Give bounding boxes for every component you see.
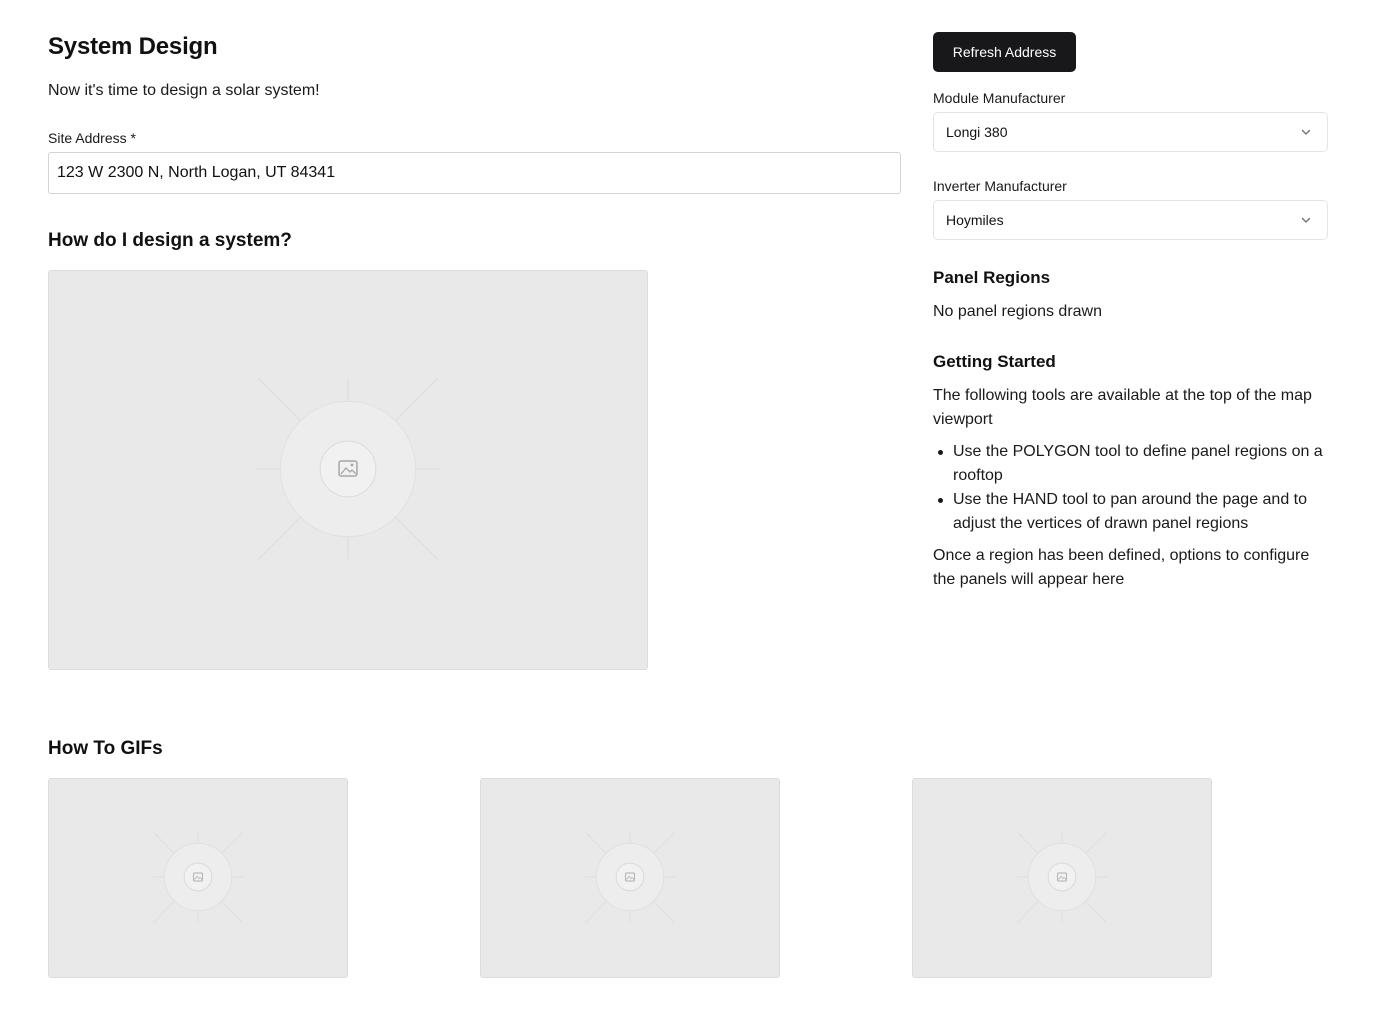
bullet-icon	[938, 498, 943, 503]
chevron-down-icon	[1301, 217, 1311, 223]
panel-regions-heading: Panel Regions	[933, 268, 1051, 287]
list-item: Use the HAND tool to pan around the page…	[933, 488, 1328, 536]
getting-started-heading: Getting Started	[933, 352, 1056, 371]
getting-started-outro: Once a region has been defined, options …	[933, 547, 1310, 588]
how-to-design-image	[48, 270, 648, 670]
site-address-label: Site Address *	[48, 130, 136, 146]
page-title: System Design	[48, 33, 218, 60]
site-address-input[interactable]	[48, 152, 901, 194]
list-item: Use the POLYGON tool to define panel reg…	[933, 440, 1328, 488]
module-manufacturer-value: Longi 380	[946, 124, 1008, 140]
getting-started-intro: The following tools are available at the…	[933, 387, 1312, 428]
refresh-address-button[interactable]: Refresh Address	[933, 32, 1076, 72]
chevron-down-icon	[1301, 129, 1311, 135]
list-item-text: Use the HAND tool to pan around the page…	[953, 491, 1308, 532]
panel-regions-empty-text: No panel regions drawn	[933, 303, 1102, 320]
list-item-text: Use the POLYGON tool to define panel reg…	[953, 443, 1323, 484]
page-intro: Now it's time to design a solar system!	[48, 82, 320, 99]
image-placeholder-graphic	[256, 378, 440, 560]
gif-image-2	[480, 778, 780, 978]
gif-image-3	[912, 778, 1212, 978]
module-manufacturer-label: Module Manufacturer	[933, 90, 1066, 106]
module-manufacturer-select[interactable]: Longi 380	[933, 112, 1328, 152]
inverter-manufacturer-value: Hoymiles	[946, 212, 1004, 228]
gif-image-1	[48, 778, 348, 978]
getting-started-list: Use the POLYGON tool to define panel reg…	[933, 440, 1328, 536]
system-design-page: System Design Now it's time to design a …	[0, 0, 1376, 1010]
how-to-gifs-heading: How To GIFs	[48, 738, 163, 759]
how-to-design-heading: How do I design a system?	[48, 230, 292, 251]
inverter-manufacturer-select[interactable]: Hoymiles	[933, 200, 1328, 240]
bullet-icon	[938, 450, 943, 455]
inverter-manufacturer-label: Inverter Manufacturer	[933, 178, 1067, 194]
